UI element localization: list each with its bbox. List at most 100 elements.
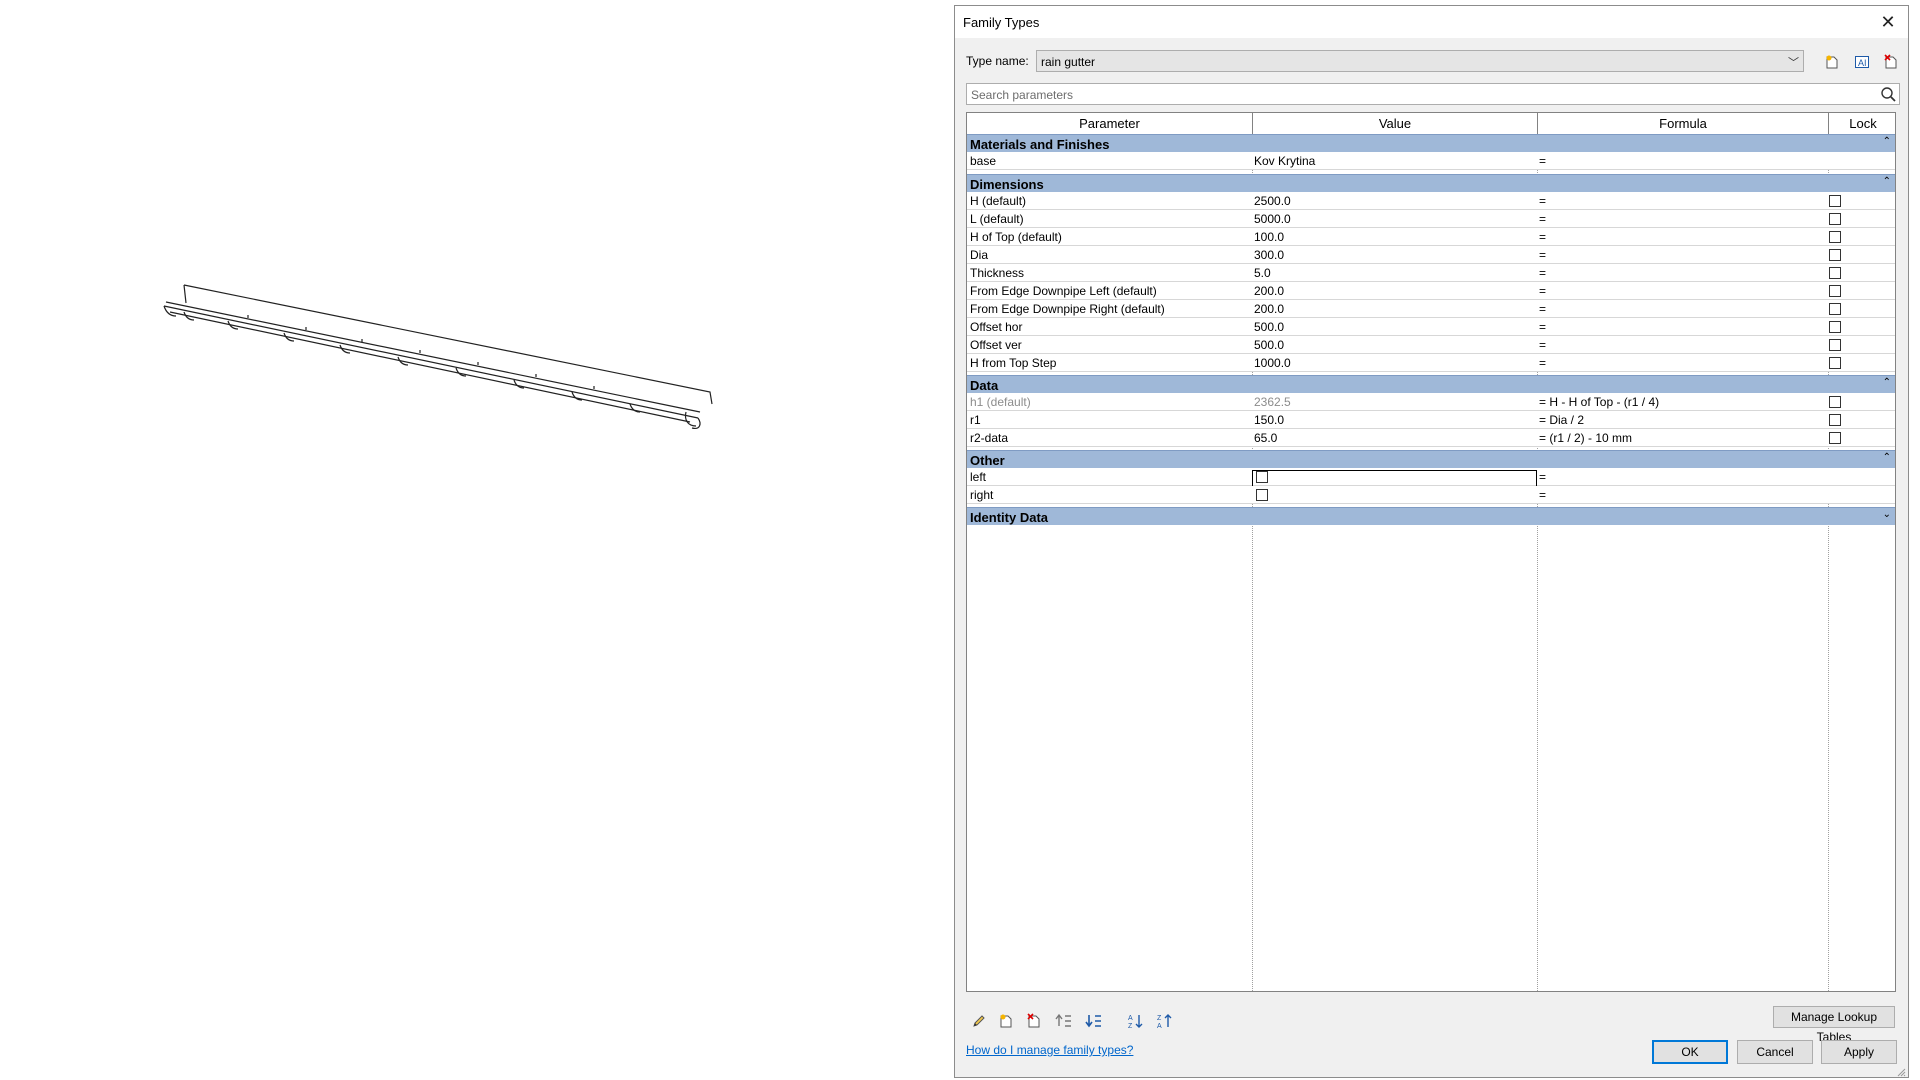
- parameter-formula[interactable]: =: [1539, 284, 1546, 298]
- parameter-row[interactable]: Dia 300.0 =: [967, 246, 1895, 264]
- collapse-up-icon[interactable]: ⌃: [1883, 176, 1891, 187]
- svg-text:Z: Z: [1157, 1015, 1162, 1022]
- parameter-formula[interactable]: =: [1539, 488, 1546, 502]
- new-parameter-icon[interactable]: [993, 1010, 1019, 1032]
- parameter-value[interactable]: 200.0: [1254, 302, 1284, 316]
- parameter-name: From Edge Downpipe Right (default): [970, 302, 1165, 316]
- parameter-name: H (default): [970, 194, 1027, 208]
- parameter-row[interactable]: left =: [967, 468, 1895, 487]
- parameter-formula[interactable]: =: [1539, 470, 1546, 484]
- value-checkbox[interactable]: [1256, 471, 1268, 483]
- lock-checkbox[interactable]: [1829, 213, 1841, 225]
- parameter-formula[interactable]: =: [1539, 230, 1546, 244]
- lock-checkbox[interactable]: [1829, 267, 1841, 279]
- collapse-up-icon[interactable]: ⌃: [1883, 377, 1891, 388]
- parameter-row[interactable]: Offset hor 500.0 =: [967, 318, 1895, 336]
- parameter-row[interactable]: From Edge Downpipe Right (default) 200.0…: [967, 300, 1895, 318]
- search-icon[interactable]: [1879, 85, 1897, 106]
- lock-checkbox[interactable]: [1829, 321, 1841, 333]
- close-icon[interactable]: ✕: [1868, 6, 1908, 38]
- parameter-formula[interactable]: =: [1539, 266, 1546, 280]
- svg-text:Z: Z: [1128, 1023, 1133, 1029]
- parameter-value[interactable]: 65.0: [1254, 431, 1277, 445]
- lock-checkbox[interactable]: [1829, 414, 1841, 426]
- lock-checkbox[interactable]: [1829, 195, 1841, 207]
- move-down-icon[interactable]: [1081, 1010, 1107, 1032]
- group-other[interactable]: Other ⌃: [967, 450, 1895, 468]
- delete-parameter-icon[interactable]: [1021, 1010, 1047, 1032]
- lock-checkbox[interactable]: [1829, 231, 1841, 243]
- resize-grip-icon[interactable]: [1896, 1065, 1906, 1077]
- parameter-value[interactable]: 5000.0: [1254, 212, 1291, 226]
- parameter-value[interactable]: 1000.0: [1254, 356, 1291, 370]
- parameter-row[interactable]: H from Top Step 1000.0 =: [967, 354, 1895, 372]
- type-name-dropdown[interactable]: rain gutter ﹀: [1036, 50, 1804, 72]
- group-data[interactable]: Data ⌃: [967, 375, 1895, 393]
- rename-type-icon[interactable]: AI: [1851, 51, 1873, 73]
- parameter-row[interactable]: base Kov Krytina =: [967, 152, 1895, 170]
- parameter-row[interactable]: From Edge Downpipe Left (default) 200.0 …: [967, 282, 1895, 300]
- manage-lookup-tables-button[interactable]: Manage Lookup Tables: [1773, 1006, 1895, 1044]
- search-input[interactable]: [969, 85, 1853, 105]
- parameter-formula[interactable]: =: [1539, 302, 1546, 316]
- parameter-value[interactable]: 150.0: [1254, 413, 1284, 427]
- delete-type-icon[interactable]: [1880, 51, 1902, 73]
- parameter-value[interactable]: 100.0: [1254, 230, 1284, 244]
- parameter-formula[interactable]: =: [1539, 356, 1546, 370]
- selected-value-cell[interactable]: [1252, 470, 1537, 487]
- column-header-formula[interactable]: Formula: [1538, 113, 1829, 134]
- move-up-icon[interactable]: [1051, 1010, 1077, 1032]
- expand-down-icon[interactable]: ⌄: [1883, 509, 1891, 520]
- parameter-formula[interactable]: = (r1 / 2) - 10 mm: [1539, 431, 1632, 445]
- parameter-formula[interactable]: =: [1539, 154, 1546, 168]
- column-header-lock[interactable]: Lock: [1829, 113, 1895, 134]
- column-header-parameter[interactable]: Parameter: [967, 113, 1253, 134]
- collapse-up-icon[interactable]: ⌃: [1883, 136, 1891, 147]
- sort-descending-icon[interactable]: ZA: [1152, 1010, 1178, 1032]
- help-link[interactable]: How do I manage family types?: [966, 1043, 1133, 1057]
- lock-checkbox[interactable]: [1829, 249, 1841, 261]
- parameter-row[interactable]: Offset ver 500.0 =: [967, 336, 1895, 354]
- parameter-formula[interactable]: =: [1539, 338, 1546, 352]
- group-identity-data[interactable]: Identity Data ⌄: [967, 507, 1895, 525]
- parameter-row[interactable]: H (default) 2500.0 =: [967, 192, 1895, 210]
- lock-checkbox[interactable]: [1829, 432, 1841, 444]
- sort-ascending-icon[interactable]: AZ: [1123, 1010, 1149, 1032]
- parameter-value[interactable]: 500.0: [1254, 320, 1284, 334]
- parameter-row[interactable]: Thickness 5.0 =: [967, 264, 1895, 282]
- parameter-row[interactable]: right =: [967, 486, 1895, 504]
- parameter-row[interactable]: r2-data 65.0 = (r1 / 2) - 10 mm: [967, 429, 1895, 447]
- parameter-value[interactable]: 300.0: [1254, 248, 1284, 262]
- parameter-formula[interactable]: =: [1539, 320, 1546, 334]
- edit-parameter-icon[interactable]: [966, 1010, 992, 1032]
- collapse-up-icon[interactable]: ⌃: [1883, 452, 1891, 463]
- parameter-row[interactable]: L (default) 5000.0 =: [967, 210, 1895, 228]
- parameter-value[interactable]: 500.0: [1254, 338, 1284, 352]
- lock-checkbox[interactable]: [1829, 285, 1841, 297]
- parameter-formula[interactable]: =: [1539, 212, 1546, 226]
- lock-checkbox[interactable]: [1829, 339, 1841, 351]
- parameter-row[interactable]: H of Top (default) 100.0 =: [967, 228, 1895, 246]
- parameter-value[interactable]: Kov Krytina: [1254, 154, 1315, 168]
- parameter-formula[interactable]: = H - H of Top - (r1 / 4): [1539, 395, 1659, 409]
- parameter-value[interactable]: 5.0: [1254, 266, 1271, 280]
- model-viewport[interactable]: [0, 0, 950, 1080]
- column-header-value[interactable]: Value: [1253, 113, 1538, 134]
- lock-checkbox[interactable]: [1829, 357, 1841, 369]
- ok-button[interactable]: OK: [1652, 1040, 1728, 1064]
- parameter-formula[interactable]: = Dia / 2: [1539, 413, 1584, 427]
- parameter-value[interactable]: 200.0: [1254, 284, 1284, 298]
- cancel-button[interactable]: Cancel: [1737, 1040, 1813, 1064]
- parameter-row[interactable]: h1 (default) 2362.5 = H - H of Top - (r1…: [967, 393, 1895, 411]
- new-type-icon[interactable]: [1821, 51, 1843, 73]
- apply-button[interactable]: Apply: [1821, 1040, 1897, 1064]
- lock-checkbox[interactable]: [1829, 303, 1841, 315]
- parameter-value[interactable]: 2500.0: [1254, 194, 1291, 208]
- lock-checkbox[interactable]: [1829, 396, 1841, 408]
- group-dimensions[interactable]: Dimensions ⌃: [967, 174, 1895, 192]
- group-materials-and-finishes[interactable]: Materials and Finishes ⌃: [967, 134, 1895, 152]
- parameter-formula[interactable]: =: [1539, 248, 1546, 262]
- parameter-row[interactable]: r1 150.0 = Dia / 2: [967, 411, 1895, 429]
- value-checkbox[interactable]: [1256, 489, 1268, 501]
- parameter-formula[interactable]: =: [1539, 194, 1546, 208]
